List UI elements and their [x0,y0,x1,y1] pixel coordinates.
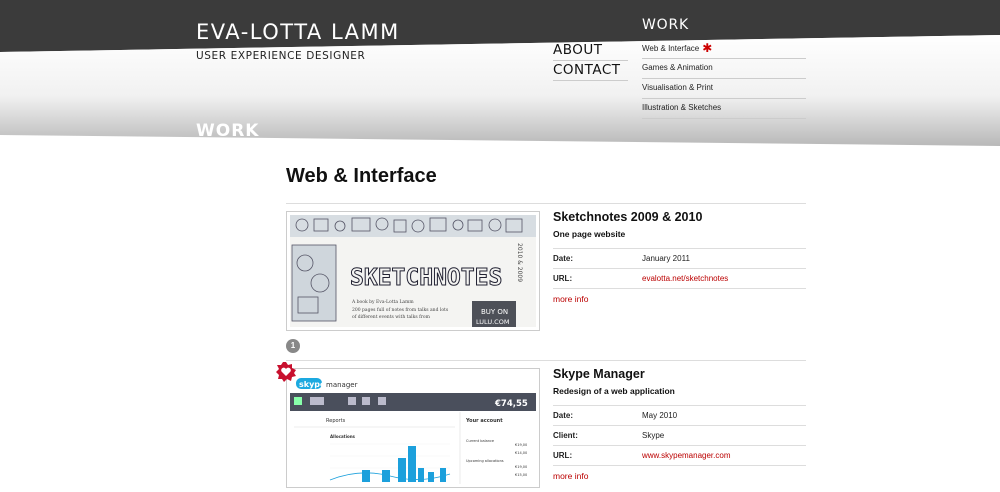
meta-value: January 2011 [642,254,690,263]
divider [286,203,806,204]
site-subtitle: USER EXPERIENCE DESIGNER [196,50,366,62]
meta-value: Skype [642,431,665,440]
thumb-sketchnotes-word: SKETCHNOTES [350,265,502,291]
thumb-val-4: €15,00 [515,473,527,477]
project-url-link[interactable]: evalotta.net/sketchnotes [642,269,728,288]
project-description: Redesign of a web application [553,386,675,396]
page-title: Web & Interface [286,165,437,187]
project-thumbnail[interactable]: skype manager €74,55 Reports Allocations [286,368,540,488]
thumb-val-3: €19,00 [515,465,527,469]
thumb-val-2: €14,00 [515,451,527,455]
meta-label: URL: [553,274,573,283]
meta-label: Date: [553,254,574,263]
more-info-link[interactable]: more info [553,471,806,481]
project-info: Sketchnotes 2009 & 2010 One page website… [553,210,806,304]
project-url-link[interactable]: www.skypemanager.com [642,446,730,465]
project-thumbnail[interactable]: SKETCHNOTES 2010 & 2009 A book by Eva-Lo… [286,211,540,331]
project-description: One page website [553,229,626,239]
site-title[interactable]: EVA-LOTTA LAMM [196,20,400,44]
nav-about[interactable]: ABOUT [553,41,628,61]
thumb-skype-suffix: manager [326,381,358,389]
thumb-cta-1: BUY ON [481,308,508,316]
work-subnav: Web & Interface ✱ Games & Animation Visua… [642,39,806,119]
image-count-badge[interactable]: 1 [286,339,300,353]
meta-value: May 2010 [642,411,678,420]
meta-row-date: Date: January 2011 [553,249,806,269]
nav-contact[interactable]: CONTACT [553,61,628,81]
active-star-icon: ✱ [702,41,713,55]
thumb-blurb-2: 200 pages full of notes from talks and l… [352,307,449,313]
subnav-label: Web & Interface [642,44,700,53]
meta-label: URL: [553,451,573,460]
project-info: Skype Manager Redesign of a web applicat… [553,367,806,481]
divider [286,360,806,361]
subnav-web-interface[interactable]: Web & Interface ✱ [642,39,806,59]
subnav-games-animation[interactable]: Games & Animation [642,59,806,79]
thumb-amount: €74,55 [494,399,528,409]
project-meta: Date: January 2011 URL: evalotta.net/ske… [553,248,806,289]
thumb-side-heading: Your account [465,418,503,424]
header-band [0,0,1000,150]
more-info-link[interactable]: more info [553,294,806,304]
meta-row-date: Date: May 2010 [553,406,806,426]
subnav-visualisation-print[interactable]: Visualisation & Print [642,79,806,99]
meta-label: Date: [553,411,574,420]
favourite-heart-icon [276,362,296,382]
meta-row-url: URL: evalotta.net/sketchnotes [553,269,806,289]
thumb-blurb-3: of different events with talks from [352,314,431,320]
project-title[interactable]: Sketchnotes 2009 & 2010 [553,210,806,224]
work-nav-heading[interactable]: WORK [642,17,689,33]
thumb-val-1: €19,00 [515,443,527,447]
thumb-chart-title: Allocations [330,434,356,439]
project-meta: Date: May 2010 Client: Skype URL: www.sk… [553,405,806,466]
project-title[interactable]: Skype Manager [553,367,806,381]
thumb-side-2: Upcoming allocations [466,459,504,463]
thumb-blurb-1: A book by Eva-Lotta Lamm [351,299,414,305]
thumb-side-1: Current balance [466,439,494,443]
section-banner: WORK [196,121,260,141]
thumb-tab: Reports [326,418,346,424]
thumb-cta-2: LULU.COM [476,318,509,326]
thumb-skype-brand: skype [299,380,326,389]
meta-row-client: Client: Skype [553,426,806,446]
subnav-illustration-sketches[interactable]: Illustration & Sketches [642,99,806,119]
meta-label: Client: [553,431,578,440]
meta-row-url: URL: www.skypemanager.com [553,446,806,466]
thumb-side-text: 2010 & 2009 [516,243,523,282]
main-nav: ABOUT CONTACT [553,41,628,81]
